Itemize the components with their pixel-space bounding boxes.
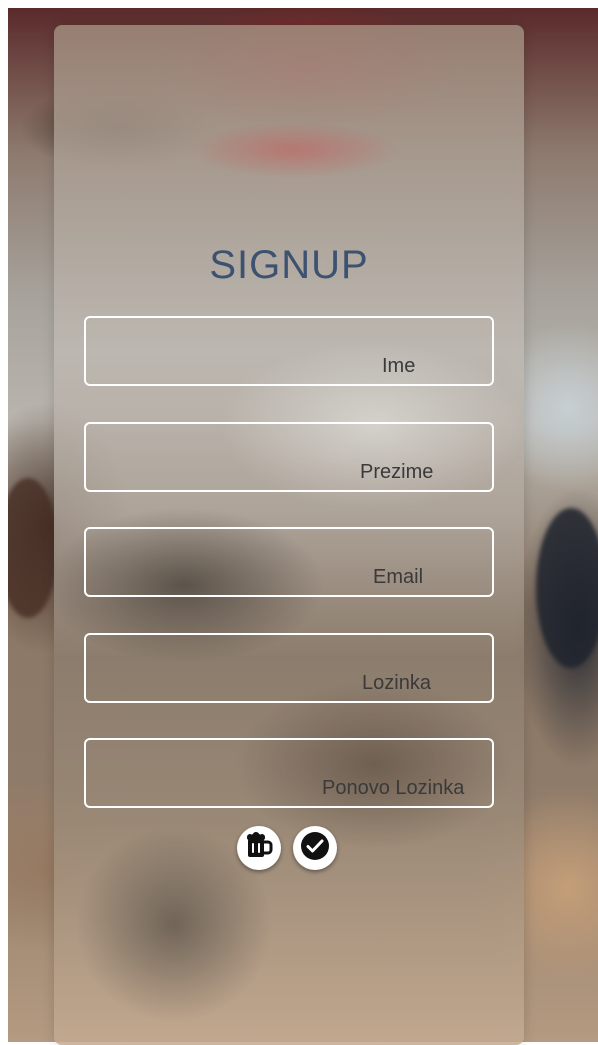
person-left [8,478,58,618]
page-title: SIGNUP [209,243,369,287]
first-name-input[interactable] [86,318,492,384]
last-name-field[interactable]: Prezime [84,422,494,492]
signup-panel: SIGNUP Ime Prezime Email Lozinka Ponovo … [54,25,524,1045]
beer-mug-icon [244,831,274,866]
check-circle-icon [299,830,331,867]
email-input[interactable] [86,529,492,595]
beer-button[interactable] [237,826,281,870]
first-name-field[interactable]: Ime [84,316,494,386]
action-buttons [237,826,347,874]
last-name-input[interactable] [86,424,492,490]
repeat-password-field[interactable]: Ponovo Lozinka [84,738,494,808]
password-input[interactable] [86,635,492,701]
repeat-password-input[interactable] [86,740,492,806]
confirm-button[interactable] [293,826,337,870]
person-right [536,508,598,668]
email-field[interactable]: Email [84,527,494,597]
password-field[interactable]: Lozinka [84,633,494,703]
